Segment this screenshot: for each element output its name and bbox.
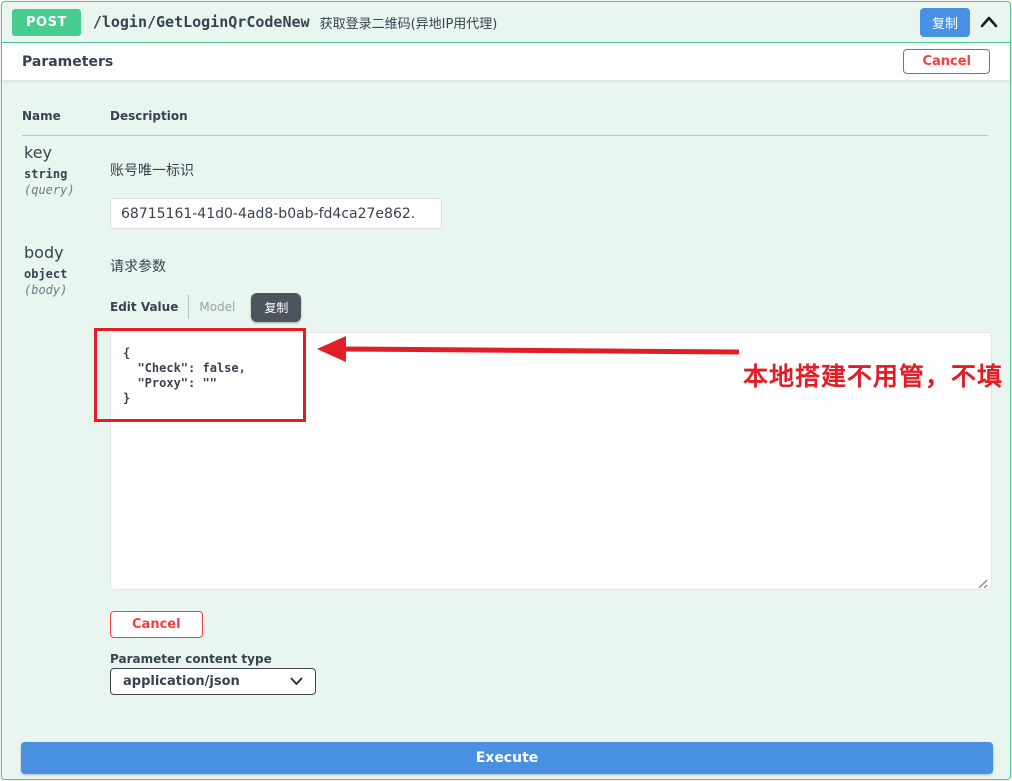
key-param-description: 账号唯一标识 xyxy=(110,160,194,180)
cancel-tryout-button[interactable]: Cancel xyxy=(903,49,990,74)
copy-endpoint-button[interactable]: 复制 xyxy=(920,8,970,37)
collapse-chevron-icon[interactable] xyxy=(980,16,998,28)
chevron-down-icon xyxy=(290,677,303,686)
endpoint-path[interactable]: /login/GetLoginQrCodeNew xyxy=(93,13,310,31)
tab-separator xyxy=(188,295,189,319)
key-value-input[interactable] xyxy=(110,198,442,229)
parameters-header: Parameters Cancel xyxy=(2,43,1010,81)
execute-button[interactable]: Execute xyxy=(21,742,993,774)
endpoint-description: 获取登录二维码(异地IP用代理) xyxy=(320,13,498,32)
body-editor-tabs: Edit Value Model 复制 xyxy=(110,292,301,322)
description-column-header: Description xyxy=(110,109,988,123)
copy-body-button[interactable]: 复制 xyxy=(251,293,301,322)
annotation-note: 本地搭建不用管，不填 xyxy=(743,357,1003,393)
key-param-meta: key string (query) xyxy=(24,143,110,197)
key-param-location: (query) xyxy=(24,183,110,197)
parameters-table-head: Name Description xyxy=(22,109,988,136)
body-param-type: object xyxy=(24,267,110,281)
endpoint-header: POST /login/GetLoginQrCodeNew 获取登录二维码(异地… xyxy=(2,2,1010,43)
name-column-header: Name xyxy=(22,109,110,123)
content-type-select[interactable]: application/json xyxy=(110,668,316,695)
tab-model[interactable]: Model xyxy=(199,300,235,314)
cancel-body-button[interactable]: Cancel xyxy=(110,611,203,638)
endpoint-panel: POST /login/GetLoginQrCodeNew 获取登录二维码(异地… xyxy=(1,1,1011,780)
parameters-title: Parameters xyxy=(22,54,113,70)
method-badge: POST xyxy=(12,9,81,36)
body-param-name: body xyxy=(24,243,110,262)
body-param-description: 请求参数 xyxy=(110,256,166,276)
key-param-type: string xyxy=(24,167,110,181)
body-param-location: (body) xyxy=(24,283,110,297)
tab-edit-value[interactable]: Edit Value xyxy=(110,300,178,314)
body-param-meta: body object (body) xyxy=(24,243,110,297)
content-type-value: application/json xyxy=(123,674,240,689)
content-type-label: Parameter content type xyxy=(110,652,272,666)
key-param-name: key xyxy=(24,143,110,162)
